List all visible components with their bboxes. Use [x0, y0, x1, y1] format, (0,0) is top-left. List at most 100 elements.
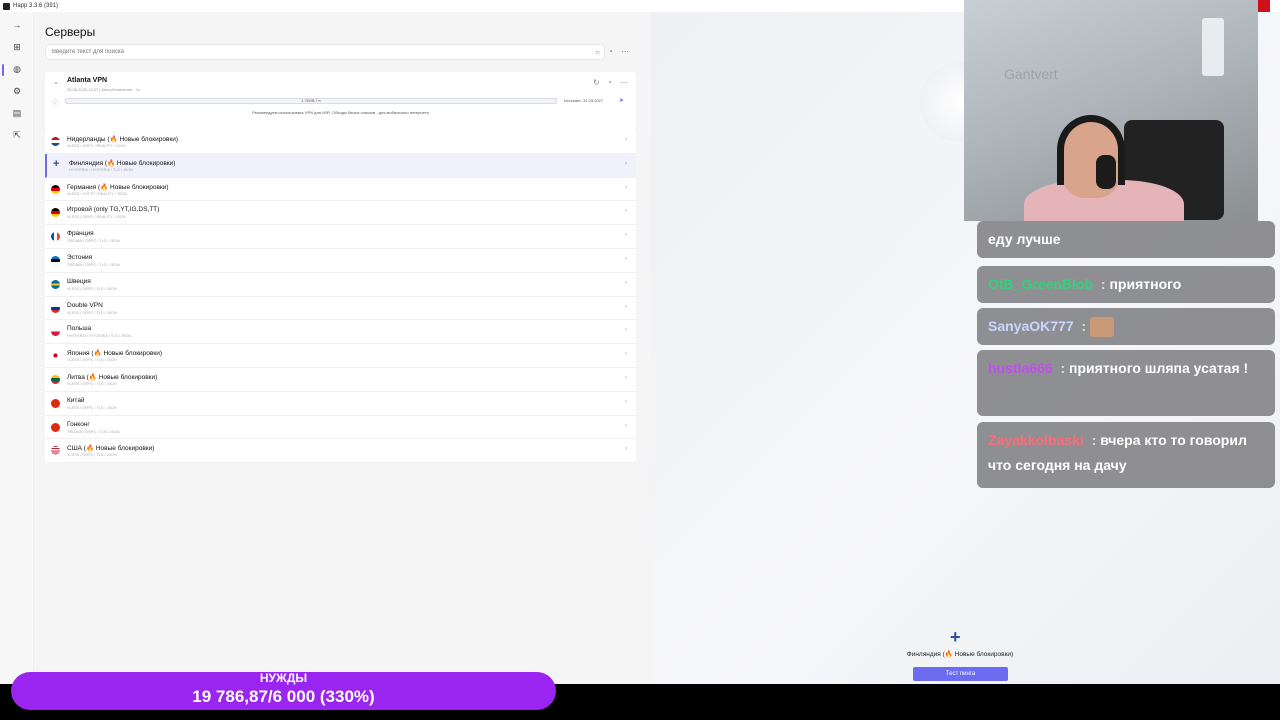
chat-separator: :: [1097, 276, 1110, 292]
window-title: Happ 3.3.6 (391): [13, 3, 59, 9]
wall-logo: Gantvert: [1004, 66, 1058, 82]
subscription-updated: 25.06.2025 19:27 | Автообновление · 1ч: [67, 87, 141, 92]
refresh-icon[interactable]: ↻: [593, 78, 600, 87]
chat-message: OtB_GreenBlob : приятного: [977, 266, 1275, 303]
telegram-send-icon[interactable]: ➤: [619, 97, 624, 104]
arrow-right-icon[interactable]: →: [9, 17, 25, 33]
chevron-right-icon[interactable]: ›: [625, 280, 627, 286]
ru-flag-icon: [51, 303, 60, 313]
server-protocol: VLESS / GRPC / REALITY / JSON: [67, 144, 126, 148]
group-more-icon[interactable]: ⋯: [620, 78, 628, 87]
server-row[interactable]: Китай VLESS / GRPC / TLS / JSON ›: [45, 391, 636, 416]
chat-message: еду лучше: [977, 221, 1275, 258]
chevron-right-icon[interactable]: ›: [625, 304, 627, 310]
page-title: Серверы: [45, 25, 96, 39]
server-name: Польша: [67, 325, 92, 333]
server-protocol: VLESS / GRPC / TLS / JSON: [67, 381, 117, 386]
lt-flag-icon: [51, 374, 60, 384]
servers-panel: Серверы ○ ◔ ⋯ ⌄ Atlanta VPN 25.06.2025 1…: [34, 12, 650, 684]
donation-goal: НУЖДЫ 19 786,87/6 000 (330%): [11, 672, 556, 710]
globe-icon[interactable]: ◍: [9, 61, 25, 77]
subscription-name: Atlanta VPN: [67, 77, 108, 84]
close-window-icon[interactable]: [1258, 0, 1270, 12]
server-name: Франция: [67, 230, 94, 238]
se-flag-icon: [51, 279, 60, 289]
server-row[interactable]: Гонконг TROJAN / GRPC / TLS / JSON ›: [45, 415, 636, 440]
chevron-right-icon[interactable]: ›: [625, 137, 627, 143]
goal-title: НУЖДЫ: [259, 671, 308, 685]
server-name: Эстония: [67, 253, 93, 261]
info-icon[interactable]: ⓘ: [52, 98, 58, 107]
server-row[interactable]: Игровой (only TG,YT,IG,DS,TT) VLESS / GRP…: [45, 201, 636, 226]
server-row[interactable]: Литва (🔥 Новые блокировки) VLESS / GRPC /…: [45, 367, 636, 392]
server-name: Япония (🔥 Новые блокировки): [67, 350, 163, 358]
ee-flag-icon: [51, 255, 60, 265]
sidebar: → ⊞ ◍ ⚙ ▤ ⇱: [0, 12, 34, 684]
chevron-right-icon[interactable]: ›: [625, 399, 627, 405]
ping-icon[interactable]: ◔: [607, 78, 612, 87]
chevron-right-icon[interactable]: ›: [625, 185, 627, 191]
chevron-right-icon[interactable]: ›: [625, 351, 627, 357]
server-row[interactable]: США (🔥 Новые блокировки) VLESS / GRPC / T…: [45, 439, 636, 464]
chat-username: OtB_GreenBlob: [988, 276, 1094, 292]
us-flag-icon: [51, 446, 60, 456]
chevron-right-icon[interactable]: ›: [625, 423, 627, 429]
server-row[interactable]: Эстония TROJAN / GRPC / TLS / JSON ›: [45, 248, 636, 273]
server-name: Гонконг: [67, 420, 90, 428]
server-protocol: TROJAN / GRPC / TLS / JSON: [67, 262, 120, 267]
search-icon[interactable]: ○: [595, 48, 600, 57]
more-menu-icon[interactable]: ⋯: [621, 47, 629, 56]
chevron-right-icon[interactable]: ›: [625, 256, 627, 262]
chevron-right-icon[interactable]: ›: [625, 161, 627, 167]
server-row[interactable]: + Финляндия (🔥 Новые блокировки) HYSTERIA …: [45, 153, 636, 178]
current-server-name: Финляндия (🔥 Новые блокировки): [906, 651, 1014, 658]
chat-username: Zayakkolbaski: [988, 432, 1084, 448]
chevron-right-icon[interactable]: ›: [625, 208, 627, 214]
headphone-cup: [1096, 155, 1116, 189]
server-row[interactable]: Япония (🔥 Новые блокировки) VLESS / GRPC …: [45, 344, 636, 368]
server-protocol: VLESS / GRPC / REALITY / JSON: [67, 215, 126, 220]
chat-message: Zayakkolbaski : вчера кто то говорил что…: [977, 422, 1275, 488]
server-row[interactable]: Польша HYSTERIA / HYSTERIA / TLS / JSON ›: [45, 320, 636, 345]
chat-separator: :: [1087, 432, 1101, 448]
chevron-right-icon[interactable]: ›: [625, 232, 627, 238]
chat-separator: :: [1077, 318, 1091, 334]
jp-flag-icon: [51, 351, 60, 361]
chat-separator: :: [1056, 360, 1070, 376]
search-box[interactable]: ○: [45, 44, 605, 60]
server-name: США (🔥 Новые блокировки): [67, 445, 155, 453]
chat-message: hustla666 : приятного шляпа усатая !: [977, 350, 1275, 416]
cn-flag-icon: [51, 398, 60, 408]
server-row[interactable]: Швеция VLESS / GRPC / TLS / JSON ›: [45, 272, 636, 297]
server-list: Нидерланды (🔥 Новые блокировки) VLESS / G…: [45, 130, 636, 464]
settings-icon[interactable]: ⚙: [9, 83, 25, 99]
server-row[interactable]: Франция TROJAN / GRPC / TLS / JSON ›: [45, 225, 636, 249]
chevron-right-icon[interactable]: ›: [625, 446, 627, 452]
server-protocol: VLESS / GRPC / TLS / JSON: [67, 405, 117, 410]
exit-icon[interactable]: ⇱: [9, 127, 25, 143]
pl-flag-icon: [51, 327, 60, 337]
chat-username: SanyaOK777: [988, 318, 1074, 334]
chart-icon[interactable]: ▤: [9, 105, 25, 121]
server-row[interactable]: Double VPN VLESS / GRPC / TLS / JSON ›: [45, 296, 636, 321]
ping-all-icon[interactable]: ◔: [608, 47, 613, 56]
server-protocol: TROJAN / GRPC / TLS / JSON: [67, 429, 120, 434]
search-input[interactable]: [52, 49, 572, 55]
chevron-right-icon[interactable]: ›: [625, 327, 627, 333]
server-name: Нидерланды (🔥 Новые блокировки): [67, 136, 179, 143]
ping-test-button[interactable]: Тест пинга: [913, 667, 1008, 681]
finland-flag-icon: +: [950, 627, 961, 647]
chat-text: приятного: [1109, 276, 1182, 292]
app-logo-icon: [3, 2, 10, 10]
chevron-down-icon[interactable]: ⌄: [53, 78, 59, 86]
chevron-right-icon[interactable]: ›: [625, 375, 627, 381]
server-row[interactable]: Германия (🔥 Новые блокировки) VLESS / XHT…: [45, 177, 636, 202]
chat-emote-icon: [1090, 317, 1115, 338]
server-protocol: VLESS / GRPC / TLS / JSON: [67, 358, 117, 363]
plus-square-icon[interactable]: ⊞: [9, 39, 25, 55]
streamer-webcam: Gantvert: [964, 0, 1258, 221]
server-row[interactable]: Нидерланды (🔥 Новые блокировки) VLESS / G…: [45, 130, 636, 154]
sidebar-active-indicator: [2, 64, 4, 76]
server-name: Литва (🔥 Новые блокировки): [67, 373, 158, 381]
traffic-usage-bar: 1.76GB / ∞: [65, 98, 557, 104]
